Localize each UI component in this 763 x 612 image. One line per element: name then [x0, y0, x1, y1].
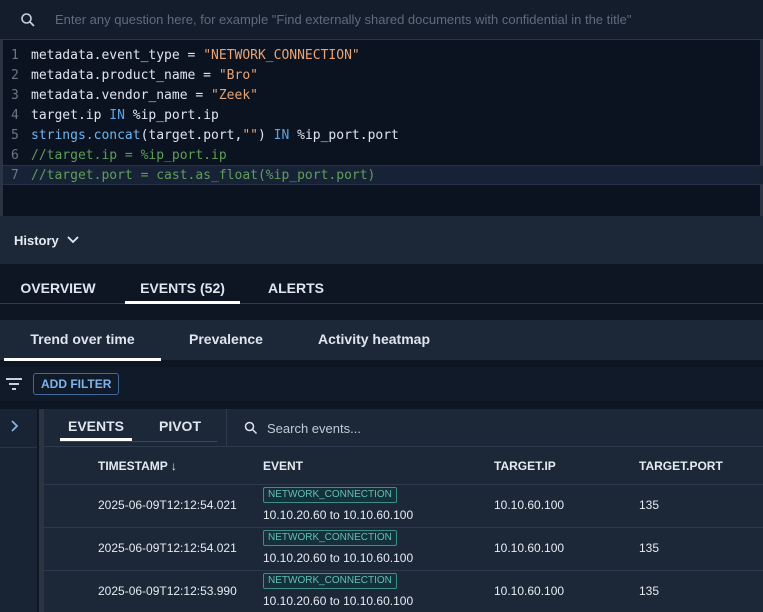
table-row[interactable]: 2025-06-09T12:12:53.990 NETWORK_CONNECTI… [44, 571, 763, 612]
table-row[interactable]: 2025-06-09T12:12:54.021 NETWORK_CONNECTI… [44, 528, 763, 571]
code-token: %ip_port.port [289, 128, 399, 143]
code-token: ) [257, 128, 274, 143]
tab-overview[interactable]: OVERVIEW (0) [11, 264, 105, 344]
code-token: target.ip [31, 108, 110, 123]
column-header-event[interactable]: EVENT [263, 447, 303, 485]
tab-alerts[interactable]: ALERTS (0) [259, 264, 333, 344]
column-header-target-ip[interactable]: TARGET.IP [494, 447, 556, 485]
line-number: 5 [11, 128, 19, 143]
side-rail [0, 409, 37, 612]
code-token: //target.port = cast.as_float(%ip_port.p… [31, 168, 376, 183]
search-icon [21, 12, 35, 27]
code-token: IN [273, 128, 290, 143]
search-events-input[interactable]: Search events... [267, 421, 361, 436]
code-token: metadata.event_type = [31, 48, 204, 63]
results-tabs: OVERVIEW (0) EVENTS (52) ALERTS (0) [0, 264, 763, 344]
toolbar-divider [226, 409, 227, 447]
code-line[interactable]: 3 metadata.vendor_name = "Zeek" [3, 86, 258, 106]
cell-timestamp: 2025-06-09T12:12:53.990 [98, 584, 237, 598]
tab-prevalence[interactable]: Prevalence [182, 320, 270, 358]
cell-timestamp: 2025-06-09T12:12:54.021 [98, 541, 237, 555]
visualization-tabs: Trend over time Prevalence Activity heat… [0, 320, 763, 361]
cell-target-port: 135 [639, 584, 660, 598]
history-toggle[interactable]: History [0, 216, 763, 264]
line-number: 7 [11, 168, 19, 183]
ask-question-bar[interactable]: Enter any question here, for example "Fi… [0, 0, 763, 40]
ask-question-input[interactable]: Enter any question here, for example "Fi… [55, 12, 632, 27]
table-row[interactable]: 2025-06-09T12:12:54.021 NETWORK_CONNECTI… [44, 485, 763, 528]
code-line-active[interactable]: 7 //target.port = cast.as_float(%ip_port.… [3, 165, 763, 185]
event-type-badge: NETWORK_CONNECTION [263, 487, 397, 503]
history-label: History [14, 232, 59, 248]
code-token: metadata.product_name = [31, 68, 219, 83]
query-editor[interactable]: 1 metadata.event_type = "NETWORK_CONNECTI… [0, 40, 763, 216]
tab-events-list[interactable]: EVENTS [60, 409, 132, 443]
code-token: "Bro" [218, 68, 258, 83]
search-events-field[interactable]: Search events... [244, 419, 361, 437]
event-type-badge: NETWORK_CONNECTION [263, 573, 397, 589]
code-token: "Zeek" [211, 88, 258, 103]
cell-target-ip: 10.10.60.100 [494, 584, 565, 598]
line-number: 4 [11, 108, 19, 123]
cell-event: 10.10.20.60 to 10.10.60.100 [263, 551, 414, 565]
line-number: 3 [11, 88, 19, 103]
code-line[interactable]: 5 strings.concat(target.port,"") IN %ip_p… [3, 126, 399, 146]
chevron-right-icon[interactable] [8, 419, 22, 433]
column-header-timestamp[interactable]: TIMESTAMP ↓ [98, 447, 177, 485]
code-token: IN [109, 108, 125, 123]
code-token: metadata.vendor_name = [31, 88, 212, 103]
code-token: %ip_port.ip [124, 108, 219, 123]
cell-timestamp: 2025-06-09T12:12:54.021 [98, 498, 237, 512]
chevron-down-icon [67, 236, 79, 244]
table-header: TIMESTAMP ↓ EVENT TARGET.IP TARGET.PORT [44, 447, 763, 485]
search-icon [244, 421, 258, 435]
code-line[interactable]: 6 //target.ip = %ip_port.ip [3, 146, 227, 166]
rail-divider [0, 447, 37, 448]
cell-target-ip: 10.10.60.100 [494, 541, 565, 555]
cell-target-port: 135 [639, 498, 660, 512]
tab-activity-heatmap[interactable]: Activity heatmap [310, 320, 438, 358]
code-token: "NETWORK_CONNECTION" [203, 48, 360, 63]
code-line[interactable]: 1 metadata.event_type = "NETWORK_CONNECTI… [3, 46, 360, 66]
line-number: 2 [11, 68, 19, 83]
filter-icon[interactable] [5, 377, 23, 391]
code-line[interactable]: 2 metadata.product_name = "Bro" [3, 66, 258, 86]
cell-event: 10.10.20.60 to 10.10.60.100 [263, 594, 414, 608]
events-toolbar: EVENTS PIVOT Search events... [44, 409, 763, 447]
filter-bar: ADD FILTER [0, 367, 763, 401]
tab-pivot[interactable]: PIVOT [148, 409, 212, 443]
code-token: "" [242, 128, 258, 143]
line-number: 1 [11, 48, 19, 63]
code-line[interactable]: 4 target.ip IN %ip_port.ip [3, 106, 219, 126]
line-number: 6 [11, 148, 19, 163]
tab-trend-over-time[interactable]: Trend over time [4, 320, 161, 361]
tab-underline [60, 441, 218, 442]
cell-target-ip: 10.10.60.100 [494, 498, 565, 512]
code-token: //target.ip = %ip_port.ip [31, 148, 227, 163]
cell-target-port: 135 [639, 541, 660, 555]
tab-events[interactable]: EVENTS (52) [125, 264, 240, 304]
code-token: strings.concat [31, 128, 141, 143]
column-header-target-port[interactable]: TARGET.PORT [639, 447, 723, 485]
event-type-badge: NETWORK_CONNECTION [263, 530, 397, 546]
code-token: (target.port, [140, 128, 243, 143]
add-filter-button[interactable]: ADD FILTER [33, 373, 120, 395]
events-panel: EVENTS PIVOT Search events... TIMESTAMP … [44, 409, 763, 612]
cell-event: 10.10.20.60 to 10.10.60.100 [263, 508, 414, 522]
